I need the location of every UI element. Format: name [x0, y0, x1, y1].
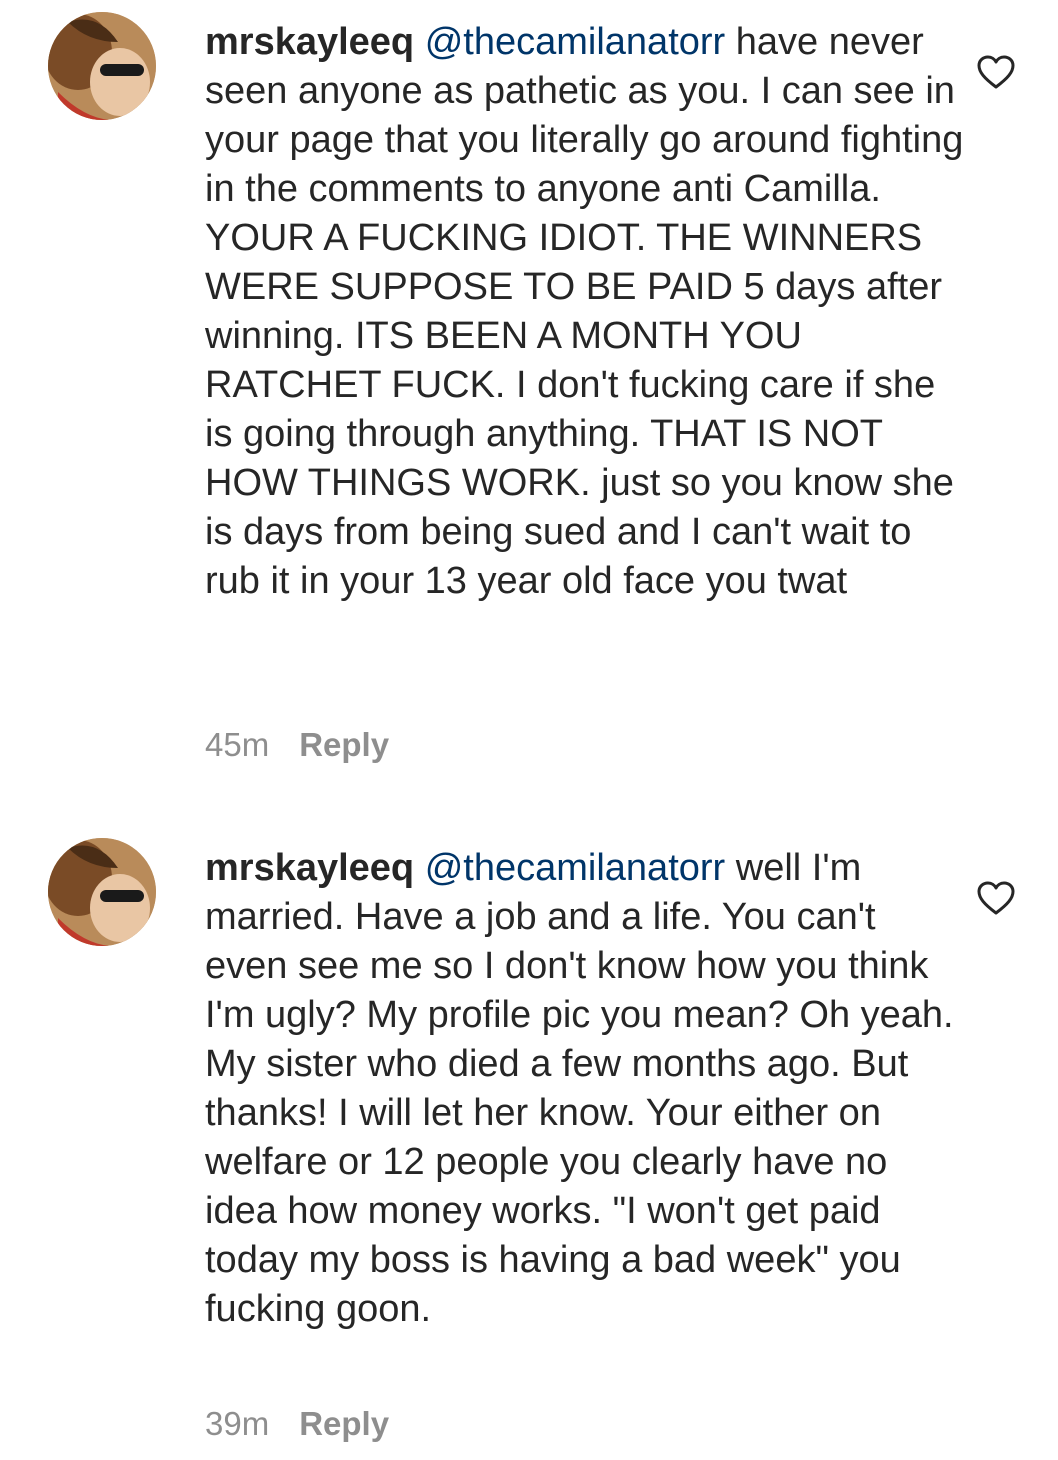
profile-photo-icon [48, 838, 156, 946]
comment-meta: 45m Reply [205, 726, 389, 764]
comment-text: mrskayleeq @thecamilanatorr well I'm mar… [205, 844, 965, 1334]
like-button[interactable] [976, 880, 1016, 916]
heart-outline-icon [977, 55, 1015, 89]
like-button[interactable] [976, 54, 1016, 90]
comment-mention[interactable]: @thecamilanatorr [425, 21, 725, 63]
comment-username[interactable]: mrskayleeq [205, 21, 414, 63]
comment-timestamp: 45m [205, 726, 270, 763]
avatar[interactable] [48, 12, 156, 120]
reply-button[interactable]: Reply [299, 1405, 389, 1442]
avatar[interactable] [48, 838, 156, 946]
comment-mention[interactable]: @thecamilanatorr [425, 847, 725, 889]
comment-text: mrskayleeq @thecamilanatorr have never s… [205, 18, 965, 606]
comment-username[interactable]: mrskayleeq [205, 847, 414, 889]
heart-outline-icon [977, 881, 1015, 915]
comment-meta: 39m Reply [205, 1405, 389, 1443]
comment-body: well I'm married. Have a job and a life.… [205, 847, 954, 1330]
reply-button[interactable]: Reply [299, 726, 389, 763]
comment-timestamp: 39m [205, 1405, 270, 1442]
comment-body: have never seen anyone as pathetic as yo… [205, 21, 964, 602]
profile-photo-icon [48, 12, 156, 120]
